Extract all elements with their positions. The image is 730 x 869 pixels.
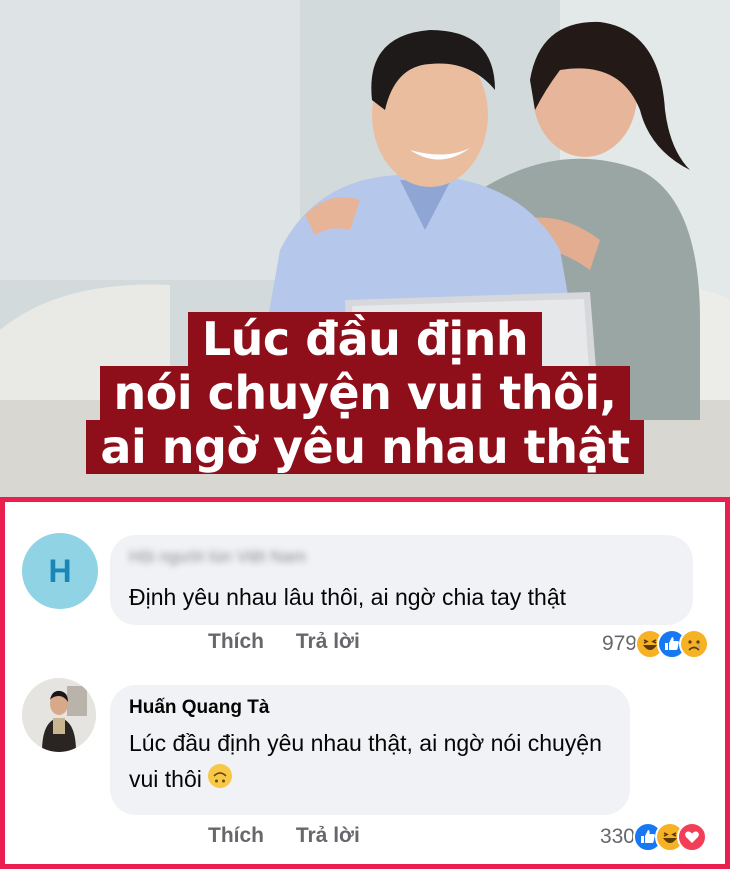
caption-line-2: nói chuyện vui thôi, bbox=[99, 366, 631, 420]
commenter-avatar[interactable]: H bbox=[22, 533, 98, 609]
comment-text-block: Lúc đầu định yêu nhau thật, ai ngờ nói c… bbox=[129, 725, 616, 797]
sad-icon bbox=[679, 629, 709, 659]
meme-post: Lúc đầu định nói chuyện vui thôi, ai ngờ… bbox=[0, 0, 730, 869]
comment-author[interactable]: Hội người lùn Việt Nam bbox=[129, 547, 306, 567]
post-image: Lúc đầu định nói chuyện vui thôi, ai ngờ… bbox=[0, 0, 730, 497]
comment-text: Lúc đầu định yêu nhau thật, ai ngờ nói c… bbox=[129, 730, 602, 792]
comment-author[interactable]: Huấn Quang Tà bbox=[129, 697, 269, 719]
reaction-summary[interactable]: 330 bbox=[600, 822, 707, 852]
reaction-count: 979 bbox=[601, 632, 637, 655]
meme-caption: Lúc đầu định nói chuyện vui thôi, ai ngờ… bbox=[0, 312, 730, 474]
reply-button[interactable]: Trả lời bbox=[296, 824, 360, 847]
like-button[interactable]: Thích bbox=[208, 824, 264, 847]
like-button[interactable]: Thích bbox=[208, 630, 264, 653]
caption-line-3: ai ngờ yêu nhau thật bbox=[86, 420, 644, 474]
reaction-count: 330 bbox=[599, 825, 635, 848]
comments-panel: H Hội người lùn Việt Nam Định yêu nhau l… bbox=[0, 497, 730, 869]
reply-button[interactable]: Trả lời bbox=[296, 630, 360, 653]
profile-photo-icon bbox=[22, 678, 96, 752]
reaction-summary[interactable]: 979 bbox=[602, 629, 709, 659]
caption-line-1: Lúc đầu định bbox=[187, 312, 543, 366]
comment-actions: Thích Trả lời bbox=[208, 824, 386, 848]
upside-down-face-icon bbox=[207, 764, 232, 788]
comment-bubble: Huấn Quang Tà Lúc đầu định yêu nhau thật… bbox=[110, 685, 630, 815]
comment-bubble: Hội người lùn Việt Nam Định yêu nhau lâu… bbox=[110, 535, 693, 625]
comment-actions: Thích Trả lời bbox=[208, 630, 386, 654]
love-icon bbox=[677, 822, 707, 852]
commenter-avatar[interactable] bbox=[22, 678, 96, 752]
avatar-letter: H bbox=[48, 552, 72, 589]
comment-text: Định yêu nhau lâu thôi, ai ngờ chia tay … bbox=[129, 584, 567, 610]
